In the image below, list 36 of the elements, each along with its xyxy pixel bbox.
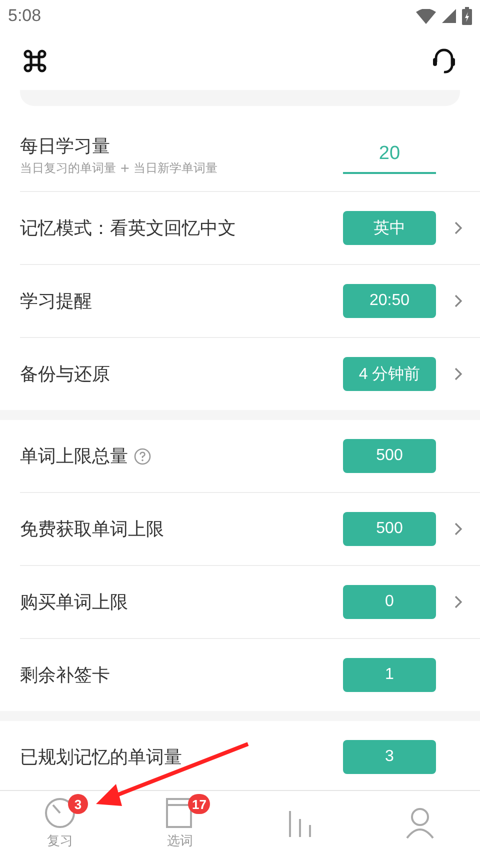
value-button[interactable]: 20:50 [343,284,436,318]
setting-label: 购买单词上限 [20,591,128,614]
value-button[interactable]: 500 [343,512,436,546]
value-button[interactable]: 3 [343,740,436,774]
chevron-icon[interactable] [454,221,462,235]
chevron-icon[interactable] [454,294,462,308]
setting-label: 备份与还原 [20,363,110,386]
value-button[interactable]: 0 [343,585,436,619]
count-badge: 17 [188,794,210,814]
person-icon [405,807,435,839]
setting-label: 学习提醒 [20,290,92,313]
battery-icon [462,7,472,25]
chevron-icon[interactable] [454,595,462,609]
setting-label: 记忆模式：看英文回忆中文 [20,217,236,240]
chevron-icon[interactable] [454,367,462,381]
setting-label: 每日学习量 [20,134,110,158]
command-icon[interactable] [22,48,48,74]
help-icon[interactable] [134,448,151,464]
wifi-icon [416,8,436,24]
status-time: 5:08 [8,6,42,26]
setting-label: 单词上限总量 [20,445,128,468]
signal-icon [442,9,456,23]
nav-tab[interactable]: 选词 17 [120,791,240,855]
daily-amount-field[interactable]: 20 [343,136,436,174]
value-button[interactable]: 英中 [343,211,436,245]
gauge-icon [44,796,76,828]
setting-label: 剩余补签卡 [20,664,110,687]
count-badge: 3 [68,794,88,814]
value-button[interactable]: 500 [343,439,436,473]
value-button[interactable]: 1 [343,658,436,692]
headset-icon[interactable] [430,47,458,75]
setting-label: 已规划记忆的单词量 [20,746,182,769]
value-button[interactable]: 4 分钟前 [343,357,436,391]
setting-label: 免费获取单词上限 [20,518,164,541]
setting-hint: 当日复习的单词量 + 当日新学单词量 [20,160,219,176]
chevron-icon[interactable] [454,522,462,536]
